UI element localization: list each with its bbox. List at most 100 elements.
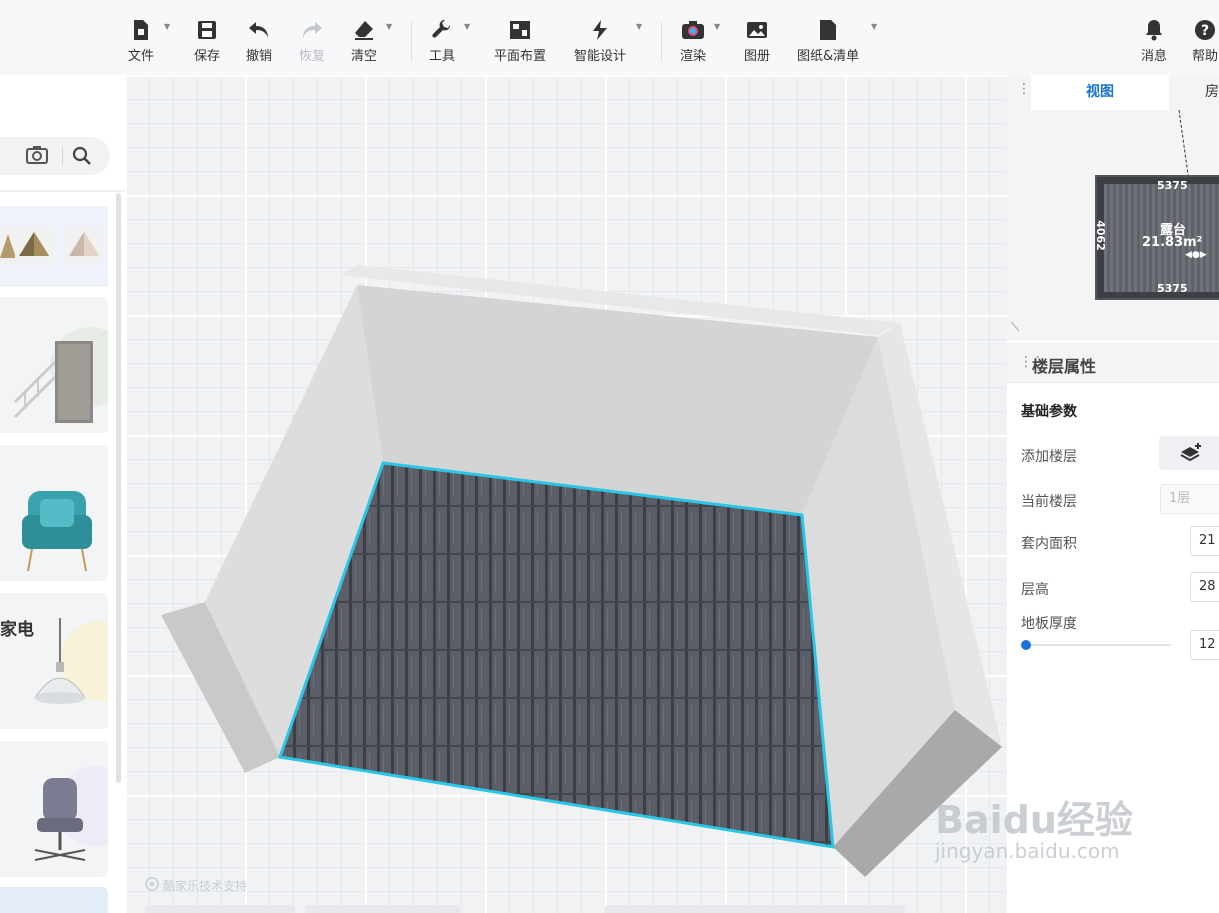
image-icon (745, 18, 769, 42)
inner-area-input[interactable]: 21 (1190, 526, 1219, 556)
render-button[interactable]: 渲染 (680, 18, 706, 64)
clear-label: 清空 (351, 49, 378, 64)
room-3d-scene (161, 265, 1002, 877)
floor-thickness-slider[interactable] (1021, 644, 1171, 646)
drawings-dropdown-icon[interactable]: ▼ (871, 22, 877, 31)
floor-properties-header: ⋮⋮ 楼层属性 (1007, 343, 1219, 383)
clear-button[interactable]: 清空 (351, 18, 377, 64)
toolbar-divider (411, 22, 412, 62)
save-button[interactable]: 保存 (194, 18, 220, 64)
camera-position-icon[interactable]: ◀●▶ (1185, 250, 1207, 260)
tools-button[interactable]: 工具 (429, 18, 455, 64)
wrench-icon (430, 18, 454, 42)
inner-area-label: 套内面积 (1021, 536, 1077, 552)
floor-layout-label: 平面布置 (494, 49, 547, 64)
drawings-label: 图纸&清单 (797, 49, 860, 64)
floor-plan-icon (508, 18, 532, 42)
render-dropdown-icon[interactable]: ▼ (714, 22, 720, 31)
watermark-brand: Baidu经验 (935, 798, 1133, 842)
floor-height-label: 层高 (1021, 582, 1049, 598)
smart-design-button[interactable]: 智能设计 (574, 18, 626, 64)
door-stairs-image (13, 341, 93, 423)
dimension-left: 4062 (1093, 220, 1107, 251)
model-thumbnail[interactable] (15, 226, 53, 264)
catalog-scrollbar[interactable] (116, 193, 121, 783)
add-floor-button[interactable] (1159, 436, 1219, 470)
support-logo-icon (145, 877, 159, 894)
undo-button[interactable]: 撤销 (246, 18, 272, 64)
resize-handle-icon[interactable]: ⟍ (1011, 320, 1019, 335)
file-icon (129, 18, 153, 42)
redo-icon (300, 18, 324, 42)
deck-floor (277, 461, 835, 849)
slider-handle[interactable] (1020, 640, 1031, 650)
category-card-more[interactable] (0, 887, 108, 913)
room-plan[interactable]: 5375 5375 4062 露台 21.83m² ◀●▶ (1093, 175, 1219, 300)
floor-height-input[interactable]: 28 (1190, 572, 1219, 602)
model-thumbnail[interactable] (65, 226, 103, 264)
top-toolbar: 文件 ▼ 保存 撤销 恢复 清空 ▼ 工具 ▼ 平面布置 智能设计 ▼ 渲染 ▼… (0, 0, 1219, 75)
svg-text:?: ? (1201, 23, 1209, 39)
bottom-bar-tab[interactable] (145, 905, 295, 913)
tools-dropdown-icon[interactable]: ▼ (464, 22, 470, 31)
category-card-doors[interactable] (0, 297, 108, 433)
floor-thickness-input[interactable]: 12 (1190, 630, 1219, 660)
add-floor-label: 添加楼层 (1021, 449, 1077, 465)
album-label: 图册 (744, 49, 771, 64)
dimension-top: 5375 (1157, 179, 1188, 192)
tab-room[interactable]: 房 (1205, 75, 1219, 110)
floor-thickness-value: 12 (1199, 637, 1216, 652)
category-card-appliances[interactable]: 家电 (0, 593, 108, 729)
category-card-office[interactable] (0, 741, 108, 877)
3d-viewport[interactable]: 酷家乐技术支持 (125, 75, 1007, 913)
search-bar[interactable] (0, 137, 110, 175)
current-floor-value: 1层 (1169, 491, 1191, 506)
lightning-icon (588, 18, 612, 42)
dimension-bottom: 5375 (1157, 282, 1188, 295)
save-icon (195, 18, 219, 42)
album-button[interactable]: 图册 (744, 18, 770, 64)
file-dropdown-icon[interactable]: ▼ (164, 22, 170, 31)
current-floor-select[interactable]: 1层 (1160, 484, 1219, 514)
right-properties-panel: ⋮⋮ 视图 房 5375 5375 4062 露台 21.83m² ◀●▶ ⟍ … (1007, 75, 1219, 913)
camera-icon (681, 18, 705, 42)
support-label: 酷家乐技术支持 (163, 879, 248, 893)
file-label: 文件 (128, 49, 155, 64)
category-card-furniture[interactable] (0, 445, 108, 581)
tech-support-text: 酷家乐技术支持 (145, 877, 247, 894)
smart-design-dropdown-icon[interactable]: ▼ (636, 22, 642, 31)
watermark-url: jingyan.baidu.com (935, 839, 1120, 863)
drawings-button[interactable]: 图纸&清单 (797, 18, 859, 64)
toolbar-divider (661, 22, 662, 62)
panel-divider (0, 190, 125, 192)
help-label: 帮助 (1192, 49, 1219, 64)
messages-label: 消息 (1141, 49, 1168, 64)
redo-button[interactable]: 恢复 (299, 18, 325, 64)
current-floor-label: 当前楼层 (1021, 494, 1077, 510)
tab-view[interactable]: 视图 (1031, 75, 1169, 110)
messages-button[interactable]: 消息 (1141, 18, 1167, 64)
undo-label: 撤销 (246, 49, 273, 64)
armchair-image (22, 491, 92, 572)
floorplan-minimap[interactable]: 5375 5375 4062 露台 21.83m² ◀●▶ ⟍ (1007, 110, 1219, 340)
bottom-bar-tab[interactable] (605, 905, 905, 913)
section-heading: 基础参数 (1021, 404, 1077, 420)
file-button[interactable]: 文件 (128, 18, 154, 64)
bell-icon (1142, 18, 1166, 42)
render-label: 渲染 (680, 49, 707, 64)
undo-icon (247, 18, 271, 42)
floor-thickness-label: 地板厚度 (1021, 616, 1077, 632)
floor-layout-button[interactable]: 平面布置 (494, 18, 546, 64)
office-chair-image (34, 778, 86, 861)
bottom-bar-tab[interactable] (305, 905, 460, 913)
camera-search-icon[interactable] (26, 146, 48, 168)
left-catalog-panel: 家电 (0, 75, 125, 913)
search-divider (62, 147, 63, 165)
search-icon[interactable] (72, 146, 92, 170)
help-button[interactable]: ? 帮助 (1192, 18, 1218, 64)
clear-dropdown-icon[interactable]: ▼ (386, 22, 392, 31)
tools-label: 工具 (429, 49, 456, 64)
pendant-lamp-image (34, 618, 86, 704)
recent-models-strip (0, 206, 108, 286)
baidu-watermark: Baidu经验 jingyan.baidu.com (935, 800, 1133, 862)
